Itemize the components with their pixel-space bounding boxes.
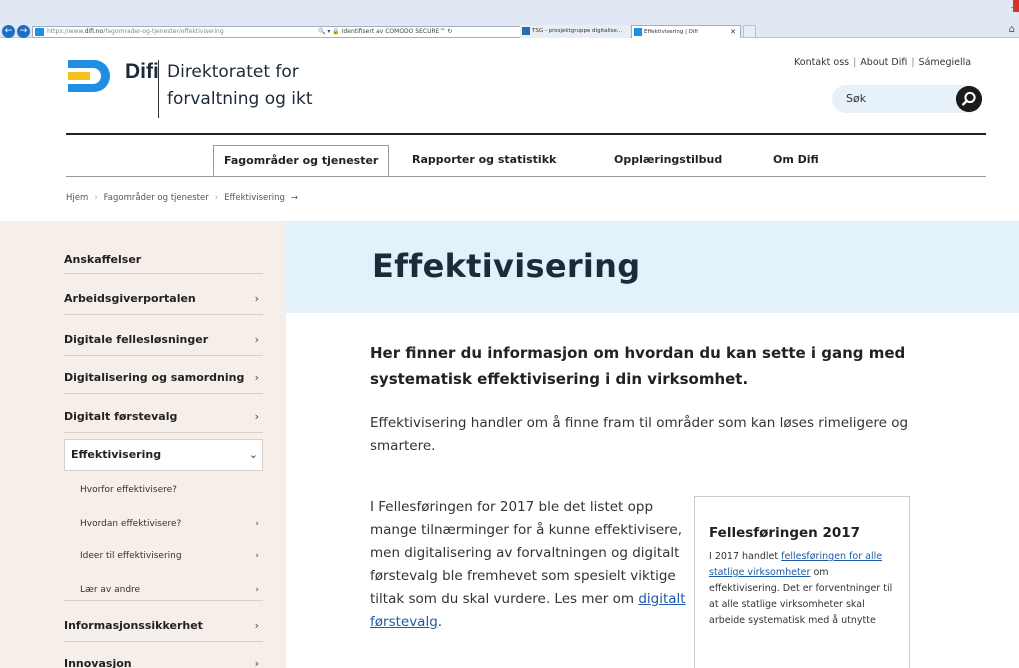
chevron-right-icon: › (255, 585, 259, 595)
sidebar-item-label: Hvordan effektivisere? (80, 519, 182, 529)
chevron-right-icon: › (255, 551, 259, 561)
about-link[interactable]: About Difi (860, 57, 907, 68)
logo-divider (158, 60, 159, 118)
body-paragraph-2: I Fellesføringen for 2017 ble det listet… (370, 496, 690, 634)
lead-paragraph: Her finner du informasjon om hvordan du … (370, 344, 906, 388)
chevron-down-icon: ⌄ (248, 448, 258, 461)
sidebar-item-digitalt-forstevalg[interactable]: Digitalt førstevalg › (64, 402, 263, 433)
tab-title: TSG - prosjektgruppe digitalise... (532, 28, 623, 34)
breadcrumb-arrow-icon: → (290, 193, 299, 203)
top-links: Kontakt oss | About Difi | Sámegiella (794, 57, 971, 68)
factbox-title: Fellesføringen 2017 (709, 525, 861, 541)
breadcrumb-separator-icon: › (214, 193, 219, 203)
logo-line2: forvaltning og ikt (167, 89, 313, 109)
sidebar-item-label: Lær av andre (80, 585, 141, 595)
factbox-text: I 2017 handlet fellesføringen for alle s… (709, 549, 895, 629)
sidebar-subitem-laer[interactable]: Lær av andre › (64, 579, 263, 601)
tab-favicon-icon (522, 27, 530, 35)
tab-favicon-icon (634, 28, 642, 36)
window-close-button[interactable] (1013, 0, 1019, 12)
address-bar[interactable]: https://www.difi.no/fagomrader-og-tjenes… (32, 26, 552, 38)
chevron-right-icon: › (254, 292, 259, 305)
sidebar-item-innovasjon[interactable]: Innovasjon › (64, 649, 263, 668)
sidebar-subitem-ideer[interactable]: Ideer til effektivisering › (64, 545, 263, 567)
nav-divider (66, 176, 986, 177)
sidebar-subitem-hvordan[interactable]: Hvordan effektivisere? › (64, 513, 263, 535)
paragraph-text: . (437, 614, 443, 630)
breadcrumb: Hjem › Fagområder og tjenester › Effektivise… (66, 193, 298, 203)
sidebar-item-label: Digitale fellesløsninger (64, 333, 209, 346)
security-indicator[interactable]: 🔍 ▾ 🔒 Identifisert av COMODO SECURE™ ↻ (318, 27, 452, 37)
sidebar-item-label: Ideer til effektivisering (80, 551, 182, 561)
search-icon[interactable] (956, 86, 982, 112)
logo-line1: Direktoratet for (167, 62, 299, 82)
forward-icon[interactable]: → (17, 25, 30, 38)
contact-link[interactable]: Kontakt oss (794, 57, 849, 68)
link-separator: | (911, 57, 915, 68)
paragraph-text: I Fellesføringen for 2017 ble det listet… (370, 499, 683, 607)
body-paragraph-1: Effektivisering handler om å finne fram … (370, 415, 909, 454)
chevron-right-icon: › (254, 410, 259, 423)
breadcrumb-home[interactable]: Hjem (66, 193, 88, 203)
link-separator: | (853, 57, 857, 68)
breadcrumb-fagomrader[interactable]: Fagområder og tjenester (104, 193, 209, 203)
factbox-text-part: I 2017 handlet (709, 551, 782, 562)
sidebar-item-label: Effektivisering (71, 448, 162, 461)
url-prefix: https://www. (47, 28, 85, 35)
page-hero: Effektivisering (286, 221, 1019, 313)
chevron-right-icon: › (255, 519, 259, 529)
header-rule (66, 133, 986, 135)
url-host: difi.no (84, 28, 104, 35)
sidebar-item-label: Informasjonssikkerhet (64, 619, 203, 632)
chevron-right-icon: › (254, 619, 259, 632)
breadcrumb-separator-icon: › (94, 193, 98, 203)
close-tab-icon[interactable]: ✕ (730, 26, 736, 38)
sidebar-item-label: Hvorfor effektivisere? (80, 485, 177, 495)
sidebar-item-label: Arbeidsgiverportalen (64, 292, 196, 305)
sidebar-item-label: Innovasjon (64, 657, 132, 668)
samegiella-link[interactable]: Sámegiella (919, 57, 972, 68)
browser-chrome: ← → https://www.difi.no/fagomrader-og-tj… (0, 0, 1019, 38)
sidebar-item-informasjonssikkerhet[interactable]: Informasjonssikkerhet › (64, 611, 263, 642)
difi-logo-icon[interactable] (66, 56, 116, 96)
browser-tab-tsg[interactable]: TSG - prosjektgruppe digitalise... (520, 25, 630, 38)
main-nav: Fagområder og tjenester Rapporter og sta… (0, 145, 1019, 177)
search-input[interactable]: Søk (832, 85, 982, 113)
page-title: Effektivisering (372, 247, 641, 285)
nav-rapporter[interactable]: Rapporter og statistikk (412, 145, 556, 177)
home-icon[interactable]: ⌂ (1009, 24, 1015, 35)
sidebar-item-label: Digitalt førstevalg (64, 410, 178, 423)
sidebar-item-label: Digitalisering og samordning (64, 371, 245, 384)
logo-name[interactable]: Difi (125, 60, 159, 84)
security-text: Identifisert av COMODO SECURE™ (341, 28, 446, 35)
sidebar: Anskaffelser Arbeidsgiverportalen › Digi… (0, 221, 286, 668)
site-favicon-icon (35, 28, 44, 36)
sidebar-item-effektivisering[interactable]: Effektivisering ⌄ (64, 439, 263, 471)
browser-tab-difi[interactable]: Effektivisering | Difi ✕ (631, 25, 741, 38)
nav-fagomrader[interactable]: Fagområder og tjenester (213, 145, 390, 177)
url-path: /fagomrader-og-tjenester/effektivisering (103, 28, 224, 35)
sidebar-item-arbeidsgiverportalen[interactable]: Arbeidsgiverportalen › (64, 284, 263, 315)
nav-opplaering[interactable]: Opplæringstilbud (614, 145, 722, 177)
sidebar-item-label: Anskaffelser (64, 253, 142, 266)
breadcrumb-current: Effektivisering (224, 193, 285, 203)
back-icon[interactable]: ← (2, 25, 15, 38)
chevron-right-icon: › (254, 371, 259, 384)
sidebar-item-digitale-felleslosninger[interactable]: Digitale fellesløsninger › (64, 325, 263, 356)
nav-om-difi[interactable]: Om Difi (773, 145, 819, 177)
sidebar-subitem-hvorfor[interactable]: Hvorfor effektivisere? (64, 479, 263, 501)
sidebar-item-anskaffelser[interactable]: Anskaffelser (64, 247, 263, 274)
sidebar-item-digitalisering[interactable]: Digitalisering og samordning › (64, 363, 263, 394)
tab-title: Effektivisering | Difi (644, 29, 698, 35)
chevron-right-icon: › (254, 333, 259, 346)
search-placeholder: Søk (846, 92, 867, 105)
factbox: Fellesføringen 2017 I 2017 handlet felle… (694, 496, 910, 668)
chevron-right-icon: › (254, 657, 259, 668)
new-tab-button[interactable] (743, 25, 756, 38)
